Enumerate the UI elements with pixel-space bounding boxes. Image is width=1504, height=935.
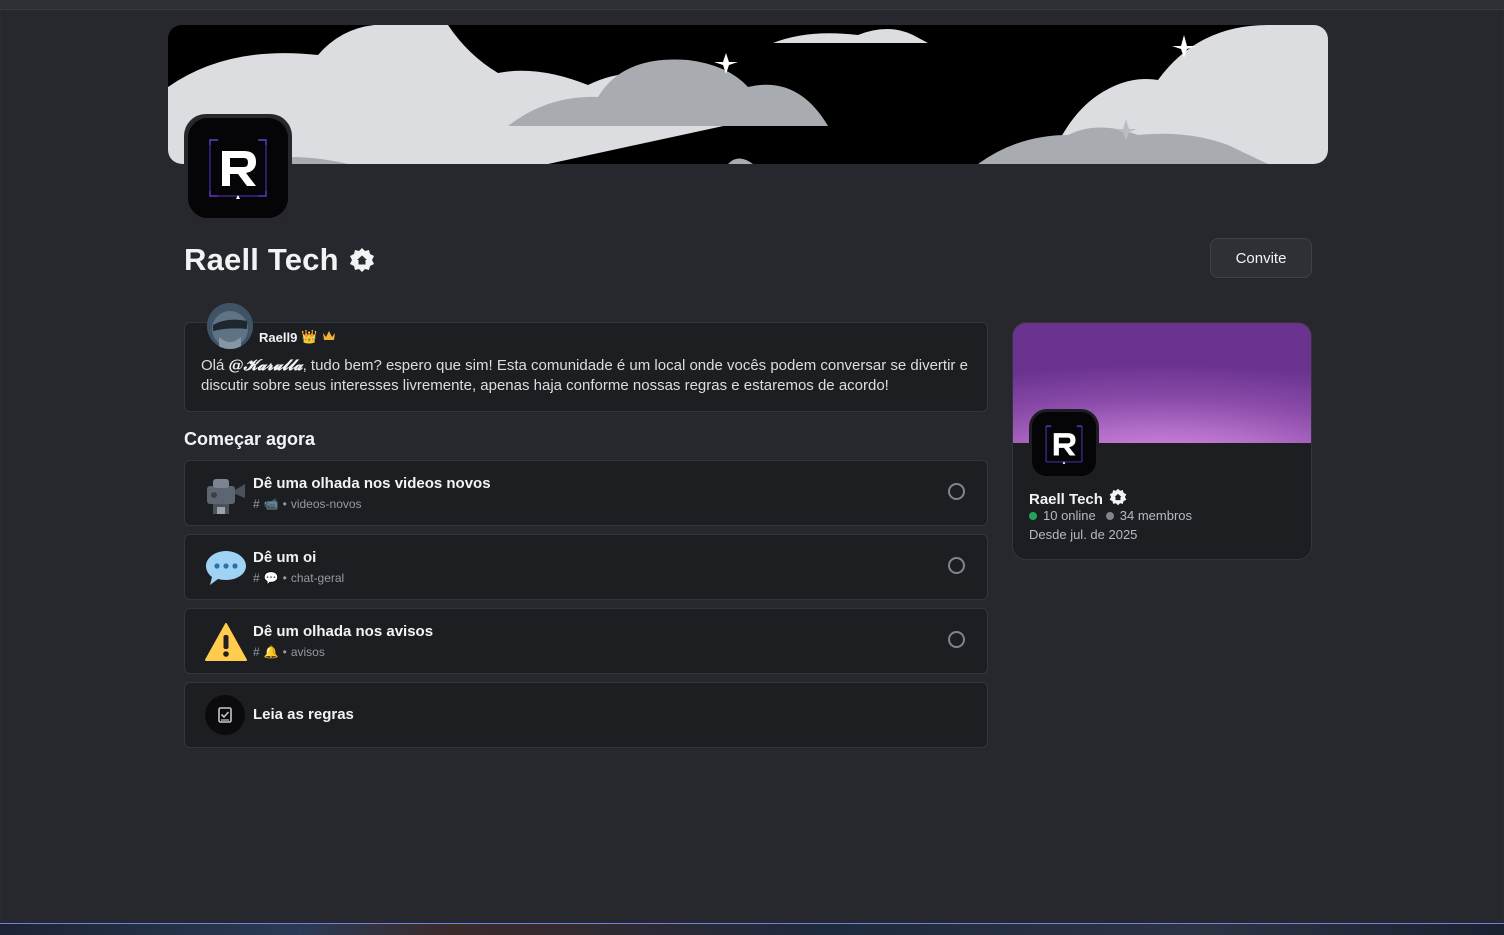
server-banner bbox=[168, 25, 1328, 164]
message-text: Olá @𝓚𝓪𝓻𝓾𝓵𝓵𝓪, tudo bem? espero que sim! … bbox=[201, 355, 977, 396]
community-badge-icon bbox=[349, 247, 375, 273]
message-author[interactable]: Raell9 👑 bbox=[259, 329, 336, 345]
task-title: Leia as regras bbox=[253, 706, 354, 723]
server-info-card: Raell Tech 10 online 34 membros Desde ju… bbox=[1012, 322, 1312, 560]
channel-name: avisos bbox=[290, 645, 325, 659]
crown-emoji: 👑 bbox=[301, 329, 318, 344]
server-name: Raell Tech bbox=[184, 242, 339, 277]
community-badge-icon bbox=[1109, 488, 1127, 510]
online-dot-icon bbox=[1029, 511, 1037, 520]
member-count: 34 membros bbox=[1119, 508, 1193, 523]
task-checkbox[interactable] bbox=[948, 483, 965, 500]
member-stats: 10 online 34 membros bbox=[1029, 508, 1192, 523]
task-channel[interactable]: # 🔔 • avisos bbox=[253, 645, 325, 659]
author-name: Raell9 bbox=[259, 329, 298, 345]
warning-icon bbox=[205, 622, 247, 662]
task-channel[interactable]: # 📹 • videos-novos bbox=[253, 497, 362, 511]
members-dot-icon bbox=[1105, 511, 1114, 520]
created-date: Desde jul. de 2025 bbox=[1029, 527, 1138, 542]
task-title: Dê uma olhada nos videos novos bbox=[253, 475, 491, 492]
owner-crown-icon bbox=[322, 330, 336, 345]
bullet-separator: • bbox=[282, 645, 287, 659]
rules-icon bbox=[205, 695, 245, 735]
task-videos[interactable]: Dê uma olhada nos videos novos # 📹 • videos… bbox=[184, 460, 988, 526]
channel-name: chat-geral bbox=[290, 571, 345, 585]
channel-emoji: 💬 bbox=[263, 571, 279, 585]
card-server-name: Raell Tech bbox=[1029, 488, 1127, 510]
hash-icon: # bbox=[253, 497, 260, 511]
task-checkbox[interactable] bbox=[948, 557, 965, 574]
hash-icon: # bbox=[253, 645, 260, 659]
channel-name: videos-novos bbox=[290, 497, 362, 511]
task-say-hi[interactable]: Dê um oi # 💬 • chat-geral bbox=[184, 534, 988, 600]
background-strip bbox=[0, 923, 1504, 935]
hash-icon: # bbox=[253, 571, 260, 585]
task-title: Dê um oi bbox=[253, 549, 317, 566]
message-text-start: Olá bbox=[201, 357, 229, 374]
welcome-message: Raell9 👑 Olá @𝓚𝓪𝓻𝓾𝓵𝓵𝓪, tudo bem? espero … bbox=[184, 303, 988, 412]
message-text-rest: , tudo bem? espero que sim! Esta comunid… bbox=[201, 357, 968, 394]
video-camera-icon bbox=[205, 474, 247, 514]
window-top-bar bbox=[0, 0, 1504, 10]
server-title: Raell Tech bbox=[184, 240, 375, 280]
channel-emoji: 📹 bbox=[263, 497, 279, 511]
avatar[interactable] bbox=[207, 303, 253, 349]
task-title: Dê um olhada nos avisos bbox=[253, 623, 434, 640]
online-count: 10 online bbox=[1043, 508, 1096, 523]
channel-emoji: 🔔 bbox=[263, 645, 279, 659]
task-checkbox[interactable] bbox=[948, 631, 965, 648]
server-icon bbox=[184, 114, 292, 222]
user-mention[interactable]: @𝓚𝓪𝓻𝓾𝓵𝓵𝓪 bbox=[229, 356, 303, 374]
task-channel[interactable]: # 💬 • chat-geral bbox=[253, 571, 344, 585]
task-announcements[interactable]: Dê um olhada nos avisos # 🔔 • avisos bbox=[184, 608, 988, 674]
bullet-separator: • bbox=[282, 497, 287, 511]
speech-bubble-icon bbox=[205, 548, 247, 588]
bullet-separator: • bbox=[282, 571, 287, 585]
card-server-name-text: Raell Tech bbox=[1029, 490, 1103, 508]
task-read-rules[interactable]: Leia as regras bbox=[184, 682, 988, 748]
invite-button[interactable]: Convite bbox=[1210, 238, 1312, 278]
card-server-icon bbox=[1029, 409, 1099, 479]
getting-started-heading: Começar agora bbox=[184, 429, 316, 449]
